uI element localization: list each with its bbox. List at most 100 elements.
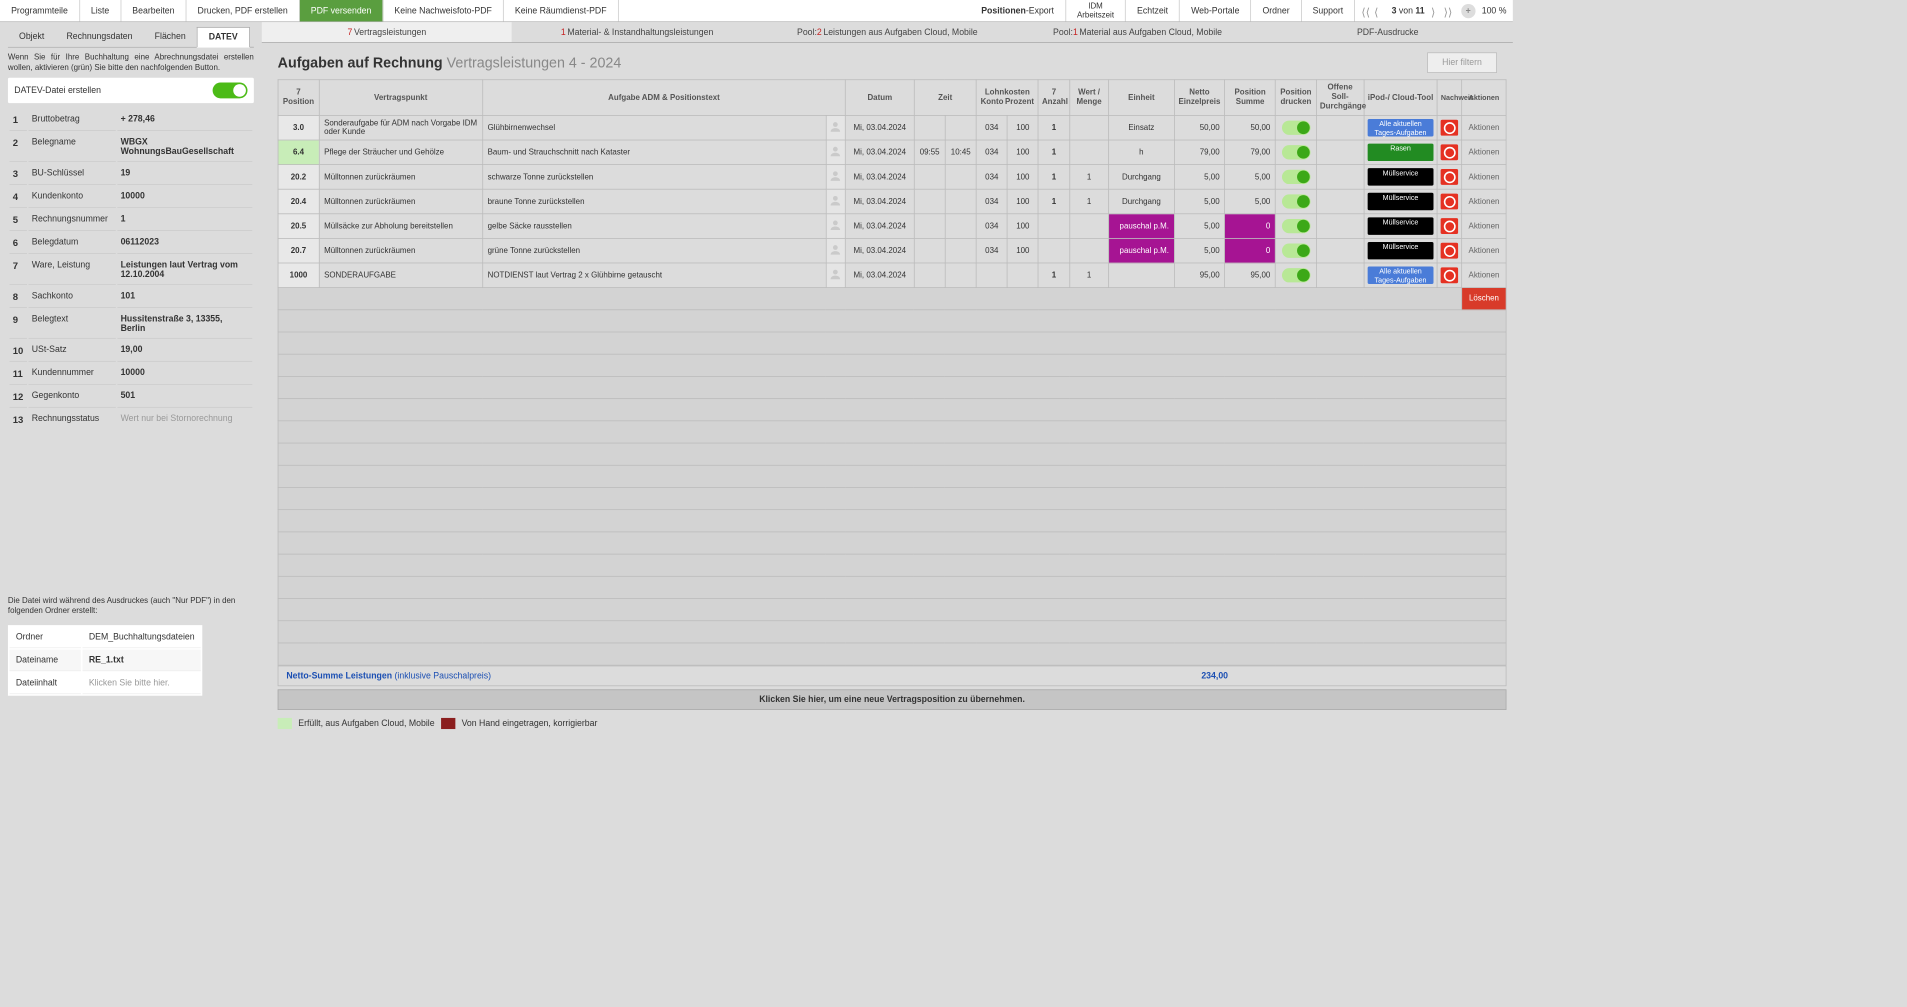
- pod-tool-pill[interactable]: Müllservice: [1364, 238, 1438, 263]
- toolbar-bearbeiten[interactable]: Bearbeiten: [121, 0, 186, 21]
- aktionen-button[interactable]: Aktionen: [1462, 214, 1506, 239]
- print-toggle[interactable]: [1275, 263, 1316, 288]
- positionen-export-button[interactable]: Positionen-Export: [970, 0, 1066, 21]
- cell-vertragspunkt: Müllsäcke zur Abholung bereitstellen: [319, 214, 483, 239]
- cell-vertragspunkt: SONDERAUFGABE: [319, 263, 483, 288]
- main-tab[interactable]: Pool: 1 Material aus Aufgaben Cloud, Mob…: [1012, 22, 1262, 42]
- nachweis-button[interactable]: [1437, 115, 1462, 140]
- avatar-icon[interactable]: [826, 263, 846, 288]
- print-toggle[interactable]: [1275, 238, 1316, 263]
- pod-tool-pill[interactable]: Müllservice: [1364, 189, 1438, 214]
- empty-row: [278, 487, 1506, 509]
- left-tab-datev[interactable]: DATEV: [197, 27, 250, 48]
- aktionen-button[interactable]: Aktionen: [1462, 140, 1506, 165]
- kv-row: 5 Rechnungsnummer 1: [10, 209, 253, 230]
- nachweis-button[interactable]: [1437, 263, 1462, 288]
- main-tab[interactable]: Pool: 2 Leistungen aus Aufgaben Cloud, M…: [762, 22, 1012, 42]
- kv-row: 2 Belegname WBGX WohnungsBauGesellschaft: [10, 132, 253, 161]
- cell-vertragspunkt: Sonderaufgabe für ADM nach Vorgabe IDM o…: [319, 115, 483, 140]
- toolbar-support[interactable]: Support: [1302, 0, 1356, 21]
- cell-datum: Mi, 03.04.2024: [845, 263, 914, 288]
- pod-tool-pill[interactable]: Müllservice: [1364, 214, 1438, 239]
- toolbar-keine-r-umdienst-pdf[interactable]: Keine Räumdienst-PDF: [504, 0, 619, 21]
- main-tab[interactable]: PDF-Ausdrucke: [1263, 22, 1513, 42]
- print-toggle[interactable]: [1275, 115, 1316, 140]
- first-page-icon[interactable]: ⟨⟨: [1361, 5, 1372, 16]
- main-tab[interactable]: 1 Material- & Instandhaltungsleistungen: [512, 22, 762, 42]
- nachweis-button[interactable]: [1437, 214, 1462, 239]
- pod-tool-pill[interactable]: Rasen: [1364, 140, 1438, 165]
- avatar-icon[interactable]: [826, 189, 846, 214]
- aktionen-button[interactable]: Aktionen: [1462, 263, 1506, 288]
- table-row[interactable]: 20.2 Mülltonnen zurückräumen schwarze To…: [278, 165, 1506, 190]
- table-row[interactable]: 3.0 Sonderaufgabe für ADM nach Vorgabe I…: [278, 115, 1506, 140]
- idm-arbeitszeit-button[interactable]: IDMArbeitszeit: [1066, 0, 1126, 21]
- avatar-icon[interactable]: [826, 115, 846, 140]
- print-toggle[interactable]: [1275, 140, 1316, 165]
- toolbar-programmteile[interactable]: Programmteile: [0, 0, 80, 21]
- avatar-icon[interactable]: [826, 140, 846, 165]
- toolbar-liste[interactable]: Liste: [80, 0, 121, 21]
- toolbar-pdf-versenden[interactable]: PDF versenden: [300, 0, 384, 21]
- last-page-icon[interactable]: ⟩⟩: [1444, 5, 1455, 16]
- print-toggle[interactable]: [1275, 165, 1316, 190]
- avatar-icon[interactable]: [826, 165, 846, 190]
- toolbar-ordner[interactable]: Ordner: [1251, 0, 1301, 21]
- pod-tool-pill[interactable]: Alle aktuellen Tages-Aufgaben: [1364, 115, 1438, 140]
- cell-aufgabe: schwarze Tonne zurückstellen: [482, 165, 825, 190]
- legend-box-red: [441, 718, 455, 729]
- main-tab[interactable]: 7 Vertragsleistungen: [262, 22, 512, 42]
- nachweis-button[interactable]: [1437, 140, 1462, 165]
- left-tabs: ObjektRechnungsdatenFlächenDATEV: [8, 27, 254, 48]
- aktionen-button[interactable]: Aktionen: [1462, 238, 1506, 263]
- main-area: 7 Vertragsleistungen1 Material- & Instan…: [262, 22, 1513, 799]
- avatar-icon[interactable]: [826, 238, 846, 263]
- prev-page-icon[interactable]: ⟨: [1374, 5, 1385, 16]
- toolbar-keine-nachweisfoto-pdf[interactable]: Keine Nachweisfoto-PDF: [383, 0, 503, 21]
- cell-datum: Mi, 03.04.2024: [845, 140, 914, 165]
- nachweis-button[interactable]: [1437, 238, 1462, 263]
- left-tab-rechnungsdaten[interactable]: Rechnungsdaten: [55, 27, 143, 47]
- page-title: Aufgaben auf Rechnung Vertragsleistungen…: [278, 54, 622, 71]
- left-tab-flächen[interactable]: Flächen: [144, 27, 197, 47]
- print-toggle[interactable]: [1275, 189, 1316, 214]
- cell-position: 1000: [278, 263, 319, 288]
- aktionen-button[interactable]: Aktionen: [1462, 115, 1506, 140]
- loeschen-button[interactable]: Löschen: [1462, 288, 1506, 310]
- empty-row: [278, 621, 1506, 643]
- table-row[interactable]: 6.4 Pflege der Sträucher und Gehölze Bau…: [278, 140, 1506, 165]
- nachweis-button[interactable]: [1437, 189, 1462, 214]
- col-zeit: Zeit: [914, 80, 976, 116]
- pager: ⟨⟨ ⟨ 3 von 11 ⟩ ⟩⟩ + 100 %: [1355, 0, 1513, 21]
- cell-position: 6.4: [278, 140, 319, 165]
- table-row[interactable]: 20.7 Mülltonnen zurückräumen grüne Tonne…: [278, 238, 1506, 263]
- kv-row: 12 Gegenkonto 501: [10, 386, 253, 407]
- pod-tool-pill[interactable]: Alle aktuellen Tages-Aufgaben: [1364, 263, 1438, 288]
- avatar-icon[interactable]: [826, 214, 846, 239]
- file-row: OrdnerDEM_Buchhaltungsdateien: [10, 627, 201, 648]
- table-row[interactable]: 20.5 Müllsäcke zur Abholung bereitstelle…: [278, 214, 1506, 239]
- col-aktionen: Aktionen: [1462, 80, 1506, 116]
- cell-datum: Mi, 03.04.2024: [845, 189, 914, 214]
- toolbar-echtzeit[interactable]: Echtzeit: [1126, 0, 1180, 21]
- table-row[interactable]: 20.4 Mülltonnen zurückräumen braune Tonn…: [278, 189, 1506, 214]
- zoom-label: 100 %: [1482, 6, 1507, 16]
- table-row[interactable]: 1000 SONDERAUFGABE NOTDIENST laut Vertra…: [278, 263, 1506, 288]
- filter-button[interactable]: Hier filtern: [1427, 52, 1497, 73]
- datev-toggle[interactable]: [213, 83, 248, 99]
- file-row: DateinameRE_1.txt: [10, 650, 201, 671]
- next-page-icon[interactable]: ⟩: [1431, 5, 1442, 16]
- spacer: [618, 0, 970, 21]
- col-einzelpreis: NettoEinzelpreis: [1174, 80, 1225, 116]
- add-page-icon[interactable]: +: [1461, 4, 1475, 18]
- pod-tool-pill[interactable]: Müllservice: [1364, 165, 1438, 190]
- add-position-strip[interactable]: Klicken Sie hier, um eine neue Vertragsp…: [278, 689, 1507, 710]
- print-toggle[interactable]: [1275, 214, 1316, 239]
- toolbar-drucken-pdf-erstellen[interactable]: Drucken, PDF erstellen: [186, 0, 299, 21]
- aktionen-button[interactable]: Aktionen: [1462, 189, 1506, 214]
- nachweis-button[interactable]: [1437, 165, 1462, 190]
- toolbar-web-portale[interactable]: Web-Portale: [1180, 0, 1251, 21]
- aktionen-button[interactable]: Aktionen: [1462, 165, 1506, 190]
- left-tab-objekt[interactable]: Objekt: [8, 27, 55, 47]
- cell-position: 20.2: [278, 165, 319, 190]
